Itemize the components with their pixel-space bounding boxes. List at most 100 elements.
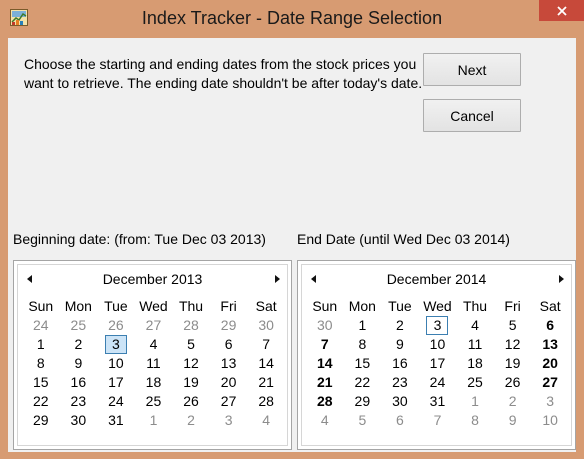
next-month-icon[interactable] — [559, 275, 564, 283]
day-cell[interactable]: 24 — [419, 373, 457, 392]
day-cell[interactable]: 2 — [494, 392, 532, 411]
day-cell[interactable]: 11 — [456, 335, 494, 354]
day-cell[interactable]: 1 — [135, 411, 173, 430]
close-button[interactable] — [539, 0, 584, 21]
day-cell[interactable]: 27 — [210, 392, 248, 411]
day-cell[interactable]: 31 — [419, 392, 457, 411]
day-cell[interactable]: 10 — [419, 335, 457, 354]
day-number: 4 — [320, 412, 329, 428]
day-cell[interactable]: 5 — [344, 411, 382, 430]
day-cell[interactable]: 2 — [172, 411, 210, 430]
day-cell[interactable]: 2 — [60, 335, 98, 354]
day-cell[interactable]: 4 — [456, 316, 494, 335]
day-cell[interactable]: 4 — [306, 411, 344, 430]
day-cell[interactable]: 26 — [494, 373, 532, 392]
day-cell[interactable]: 29 — [210, 316, 248, 335]
day-cell[interactable]: 14 — [247, 354, 285, 373]
cancel-button[interactable]: Cancel — [423, 99, 521, 132]
beginning-date-calendar[interactable]: December 2013 Sun Mon Tue Wed Thu Fri Sat 24 25 2… — [13, 260, 292, 450]
day-cell[interactable]: 2 — [381, 316, 419, 335]
day-cell[interactable]: 11 — [135, 354, 173, 373]
day-cell[interactable]: 29 — [22, 411, 60, 430]
day-cell[interactable]: 19 — [494, 354, 532, 373]
day-cell[interactable]: 10 — [531, 411, 569, 430]
day-cell[interactable]: 18 — [456, 354, 494, 373]
day-cell[interactable]: 20 — [531, 354, 569, 373]
day-number: 6 — [546, 317, 555, 333]
day-cell[interactable]: 6 — [381, 411, 419, 430]
day-cell[interactable]: 1 — [344, 316, 382, 335]
day-cell[interactable]: 1 — [456, 392, 494, 411]
day-cell[interactable]: 28 — [172, 316, 210, 335]
day-cell[interactable]: 22 — [344, 373, 382, 392]
day-cell[interactable]: 1 — [22, 335, 60, 354]
end-date-calendar[interactable]: December 2014 Sun Mon Tue Wed Thu Fri Sat 30 1 2 3… — [297, 260, 576, 450]
day-cell[interactable]: 30 — [60, 411, 98, 430]
day-cell[interactable]: 9 — [494, 411, 532, 430]
day-cell[interactable]: 16 — [60, 373, 98, 392]
day-cell[interactable]: 28 — [306, 392, 344, 411]
dialog-client-area: Choose the starting and ending dates fro… — [8, 38, 576, 452]
day-cell[interactable]: 27 — [531, 373, 569, 392]
day-cell[interactable]: 8 — [22, 354, 60, 373]
day-cell[interactable]: 6 — [531, 316, 569, 335]
day-cell[interactable]: 12 — [494, 335, 532, 354]
day-cell[interactable]: 17 — [97, 373, 135, 392]
day-cell[interactable]: 13 — [210, 354, 248, 373]
day-cell[interactable]: 3 — [210, 411, 248, 430]
selected-day-cell[interactable]: 3 — [419, 316, 457, 335]
day-cell[interactable]: 5 — [494, 316, 532, 335]
day-cell[interactable]: 21 — [247, 373, 285, 392]
day-cell[interactable]: 26 — [97, 316, 135, 335]
day-cell[interactable]: 25 — [456, 373, 494, 392]
day-cell[interactable]: 30 — [306, 316, 344, 335]
day-cell[interactable]: 15 — [344, 354, 382, 373]
day-cell[interactable]: 7 — [419, 411, 457, 430]
day-cell[interactable]: 26 — [172, 392, 210, 411]
day-cell[interactable]: 24 — [97, 392, 135, 411]
day-cell[interactable]: 7 — [247, 335, 285, 354]
day-cell[interactable]: 14 — [306, 354, 344, 373]
week-row: 1 2 3 4 5 6 7 — [22, 335, 285, 354]
day-cell[interactable]: 16 — [381, 354, 419, 373]
day-cell[interactable]: 23 — [60, 392, 98, 411]
day-cell[interactable]: 31 — [97, 411, 135, 430]
day-cell[interactable]: 9 — [381, 335, 419, 354]
next-month-icon[interactable] — [275, 275, 280, 283]
calendar-month-title[interactable]: December 2014 — [302, 271, 571, 287]
day-cell[interactable]: 29 — [344, 392, 382, 411]
day-cell[interactable]: 30 — [247, 316, 285, 335]
selected-day-cell[interactable]: 3 — [97, 335, 135, 354]
day-cell[interactable]: 8 — [456, 411, 494, 430]
next-button[interactable]: Next — [423, 53, 521, 86]
day-cell[interactable]: 25 — [135, 392, 173, 411]
day-cell[interactable]: 27 — [135, 316, 173, 335]
calendar-month-title[interactable]: December 2013 — [18, 271, 287, 287]
day-cell[interactable]: 9 — [60, 354, 98, 373]
day-cell[interactable]: 22 — [22, 392, 60, 411]
day-cell[interactable]: 5 — [172, 335, 210, 354]
day-cell[interactable]: 12 — [172, 354, 210, 373]
day-cell[interactable]: 3 — [531, 392, 569, 411]
day-cell[interactable]: 8 — [344, 335, 382, 354]
day-number: 26 — [183, 393, 199, 409]
day-cell[interactable]: 21 — [306, 373, 344, 392]
day-cell[interactable]: 7 — [306, 335, 344, 354]
day-cell[interactable]: 30 — [381, 392, 419, 411]
day-number: 5 — [187, 336, 195, 352]
day-cell[interactable]: 28 — [247, 392, 285, 411]
day-cell[interactable]: 20 — [210, 373, 248, 392]
day-cell[interactable]: 18 — [135, 373, 173, 392]
day-cell[interactable]: 13 — [531, 335, 569, 354]
day-cell[interactable]: 10 — [97, 354, 135, 373]
day-cell[interactable]: 4 — [247, 411, 285, 430]
day-cell[interactable]: 23 — [381, 373, 419, 392]
day-cell[interactable]: 25 — [60, 316, 98, 335]
day-cell[interactable]: 4 — [135, 335, 173, 354]
day-cell[interactable]: 17 — [419, 354, 457, 373]
day-cell[interactable]: 24 — [22, 316, 60, 335]
day-cell[interactable]: 6 — [210, 335, 248, 354]
day-cell[interactable]: 19 — [172, 373, 210, 392]
title-bar[interactable]: Index Tracker - Date Range Selection — [0, 0, 584, 38]
day-cell[interactable]: 15 — [22, 373, 60, 392]
